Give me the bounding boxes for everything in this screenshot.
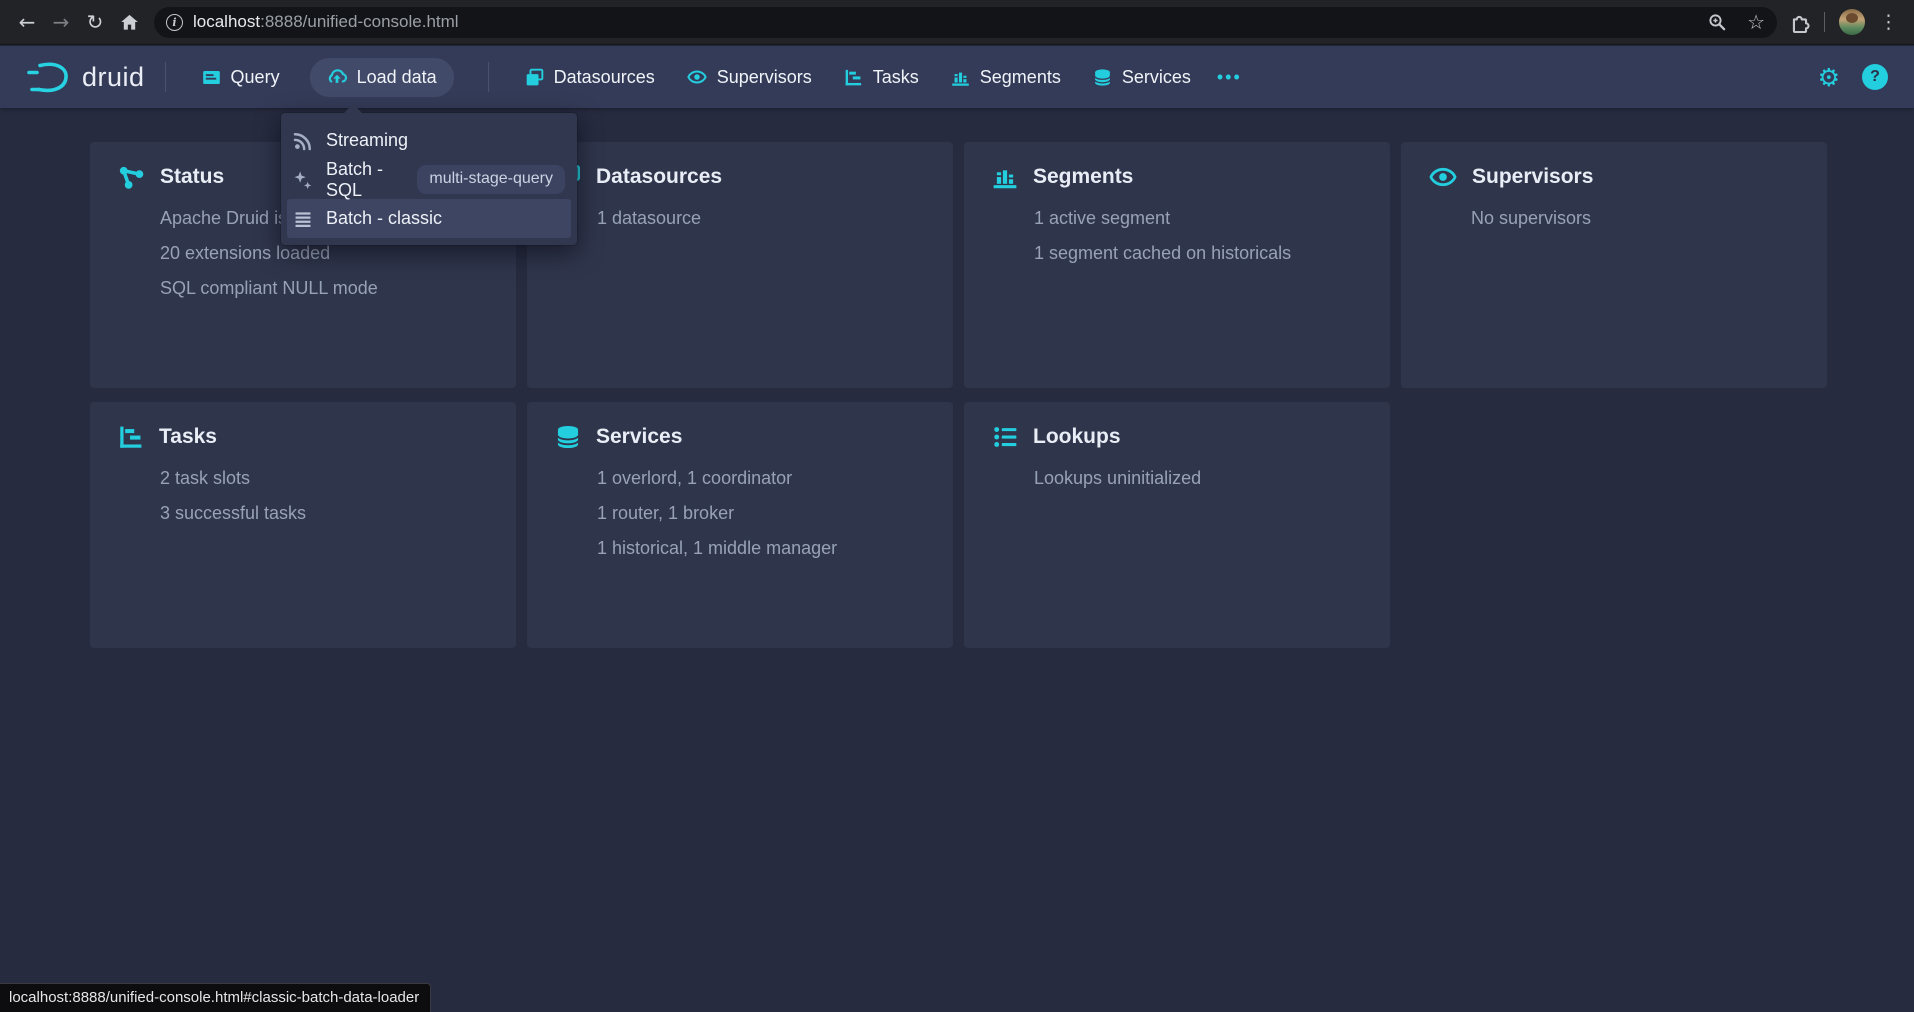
card-datasources-title: Datasources [596,165,722,189]
menu-item-streaming[interactable]: Streaming [281,121,577,160]
services-line: 1 historical, 1 middle manager [597,531,933,566]
toolbar-trailing: ⋮ [1789,9,1904,35]
lookups-card-icon [992,424,1018,450]
forward-icon[interactable]: → [44,5,78,39]
card-status-title: Status [160,165,224,189]
browser-toolbar: ← → ↻ i localhost:8888/unified-console.h… [0,0,1914,45]
nav-datasources[interactable]: Datasources [525,67,655,88]
datasources-line: 1 datasource [597,201,933,236]
load-data-dropdown: Streaming Batch - SQL multi-stage-query [281,113,577,245]
nav-load-data-label: Load data [357,67,437,88]
segments-card-icon [992,164,1018,190]
zoom-icon[interactable] [1708,13,1727,32]
menu-batch-classic-label: Batch - classic [326,208,442,229]
menu-item-batch-classic[interactable]: Batch - classic [287,199,571,238]
tasks-line: 2 task slots [160,461,496,496]
toolbar-separator [1824,12,1825,32]
card-lookups-title: Lookups [1033,425,1121,449]
nav-tasks[interactable]: Tasks [844,67,919,88]
nav-query-label: Query [231,67,280,88]
back-icon[interactable]: ← [10,5,44,39]
supervisors-card-icon [1429,163,1457,191]
nav-segments-label: Segments [980,67,1061,88]
lookups-line: Lookups uninitialized [1034,461,1370,496]
list-icon [293,209,313,229]
tasks-card-icon [118,424,144,450]
bookmark-star-icon[interactable]: ☆ [1747,10,1765,34]
menu-item-batch-sql[interactable]: Batch - SQL multi-stage-query [281,160,577,199]
nav-divider [165,62,166,92]
cloud-upload-icon [327,67,347,87]
nav-supervisors[interactable]: Supervisors [687,67,812,88]
card-supervisors[interactable]: Supervisors No supervisors [1401,142,1827,388]
sparkles-icon [293,170,313,190]
card-tasks-title: Tasks [159,425,217,449]
segments-line: 1 segment cached on historicals [1034,236,1370,271]
card-lookups[interactable]: Lookups Lookups uninitialized [964,402,1390,648]
segments-line: 1 active segment [1034,201,1370,236]
eye-icon [687,67,707,87]
status-line: SQL compliant NULL mode [160,271,496,306]
nav-divider [488,62,489,92]
help-icon[interactable]: ? [1862,64,1888,90]
link-target-status-bubble: localhost:8888/unified-console.html#clas… [0,983,431,1012]
nav-more-button[interactable]: ••• [1217,67,1242,88]
chrome-menu-icon[interactable]: ⋮ [1879,11,1898,33]
datasources-icon [525,68,544,87]
url-path: :8888/unified-console.html [260,12,458,31]
gantt-chart-icon [844,68,863,87]
site-info-icon[interactable]: i [166,14,183,31]
card-services-title: Services [596,425,682,449]
menu-streaming-label: Streaming [326,130,408,151]
card-services[interactable]: Services 1 overlord, 1 coordinator 1 rou… [527,402,953,648]
druid-wordmark: druid [82,62,145,93]
card-segments-title: Segments [1033,165,1133,189]
reload-icon[interactable]: ↻ [78,5,112,39]
feed-icon [293,131,313,151]
url-bar[interactable]: i localhost:8888/unified-console.html ☆ [154,7,1777,38]
nav-query[interactable]: Query [202,67,280,88]
services-line: 1 router, 1 broker [597,496,933,531]
profile-avatar[interactable] [1839,9,1865,35]
card-supervisors-title: Supervisors [1472,165,1593,189]
multi-stage-query-badge: multi-stage-query [417,165,565,194]
query-icon [202,68,221,87]
screen: ← → ↻ i localhost:8888/unified-console.h… [0,0,1914,1012]
druid-brand[interactable]: druid [26,59,145,95]
services-line: 1 overlord, 1 coordinator [597,461,933,496]
druid-logo-icon [26,59,72,95]
nav-services[interactable]: Services [1093,67,1191,88]
card-segments[interactable]: Segments 1 active segment 1 segment cach… [964,142,1390,388]
card-datasources[interactable]: Datasources 1 datasource [527,142,953,388]
database-icon [1093,68,1112,87]
nav-segments[interactable]: Segments [951,67,1061,88]
nav-tasks-label: Tasks [873,67,919,88]
extensions-icon[interactable] [1789,12,1810,33]
graph-icon [118,164,145,191]
supervisors-line: No supervisors [1471,201,1807,236]
url-text[interactable]: localhost:8888/unified-console.html [193,12,459,32]
url-host: localhost [193,12,260,31]
stacked-chart-icon [951,68,970,87]
nav-supervisors-label: Supervisors [717,67,812,88]
home-icon[interactable] [112,5,146,39]
nav-load-data[interactable]: Load data [310,58,454,97]
druid-navbar: druid Query Load data [0,46,1914,108]
card-tasks[interactable]: Tasks 2 task slots 3 successful tasks [90,402,516,648]
settings-gear-icon[interactable]: ⚙ [1818,65,1840,90]
nav-services-label: Services [1122,67,1191,88]
menu-batch-sql-label: Batch - SQL [326,159,392,201]
navbar-right: ⚙ ? [1818,64,1888,90]
services-card-icon [555,424,581,450]
tasks-line: 3 successful tasks [160,496,496,531]
nav-datasources-label: Datasources [554,67,655,88]
